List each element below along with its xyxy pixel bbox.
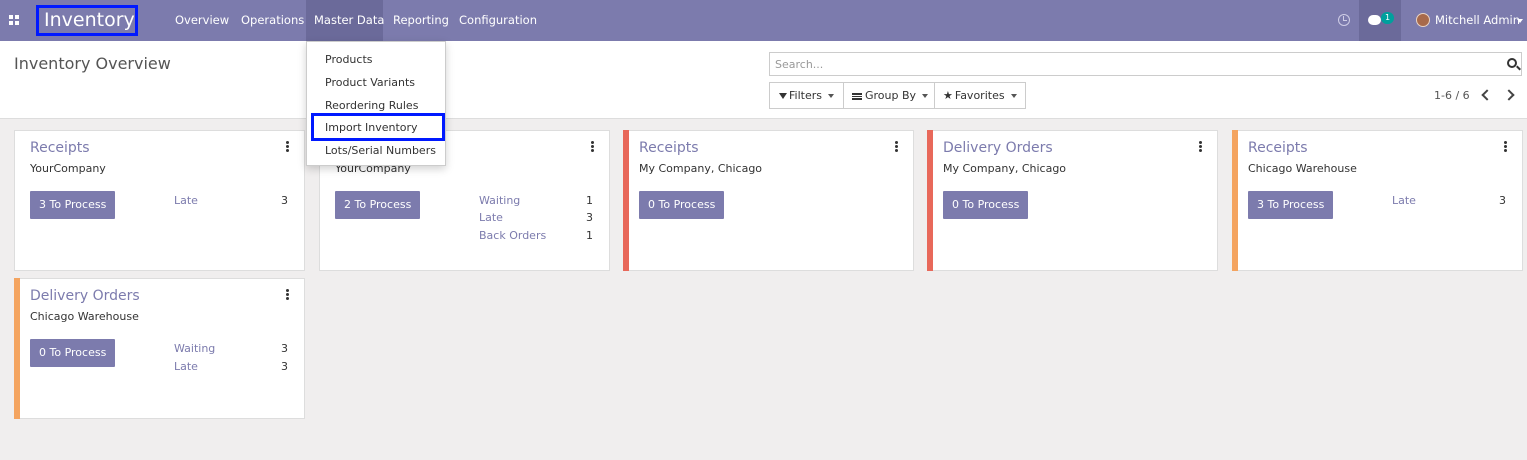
menu-item-products[interactable]: Products	[325, 53, 373, 66]
favorites-label: Favorites	[954, 89, 1005, 102]
search-bar[interactable]	[769, 52, 1522, 76]
card-title[interactable]: Receipts	[30, 140, 90, 156]
card-warehouse: Chicago Warehouse	[30, 310, 139, 323]
stat-value-waiting: 3	[281, 342, 288, 355]
filters-button[interactable]: Filters	[769, 82, 844, 109]
to-process-button[interactable]: 0 To Process	[30, 339, 116, 367]
card-color-bar	[1232, 130, 1238, 271]
to-process-button[interactable]: 0 To Process	[639, 191, 725, 219]
filters-caret-icon	[827, 94, 834, 98]
card-kebab-menu-icon[interactable]	[895, 141, 898, 152]
app-brand[interactable]: Inventory	[36, 5, 138, 36]
chat-icon	[1368, 15, 1381, 25]
card-kebab-menu-icon[interactable]	[286, 289, 289, 300]
card-kebab-menu-icon[interactable]	[1504, 141, 1507, 152]
menu-master-data[interactable]: Master Data	[306, 0, 384, 41]
menu-item-import-inventory[interactable]: Import Inventory	[325, 121, 418, 134]
menu-overview[interactable]: Overview	[175, 0, 229, 41]
picking-type-card[interactable]: Receipts YourCompany 3 To Process Late 3	[14, 130, 305, 271]
star-icon: ★	[943, 89, 953, 102]
picking-type-card[interactable]: Receipts My Company, Chicago 0 To Proces…	[623, 130, 914, 271]
picking-type-card[interactable]: Delivery Orders Chicago Warehouse 0 To P…	[14, 278, 305, 419]
card-warehouse: Chicago Warehouse	[1248, 162, 1357, 175]
card-title[interactable]: Delivery Orders	[943, 140, 1053, 156]
to-process-button[interactable]: 0 To Process	[943, 191, 1029, 219]
chat-count-badge: 1	[1381, 12, 1394, 24]
activity-clock-icon[interactable]	[1338, 14, 1350, 26]
stat-label-late[interactable]: Late	[479, 211, 503, 224]
user-avatar[interactable]	[1416, 13, 1430, 27]
menu-operations[interactable]: Operations	[241, 0, 304, 41]
stat-label-waiting[interactable]: Waiting	[174, 342, 215, 355]
card-kebab-menu-icon[interactable]	[1199, 141, 1202, 152]
page-title: Inventory Overview	[14, 54, 171, 73]
group-by-caret-icon	[922, 94, 929, 98]
menu-item-reordering-rules[interactable]: Reordering Rules	[325, 99, 418, 112]
menu-configuration[interactable]: Configuration	[459, 0, 537, 41]
favorites-caret-icon	[1010, 94, 1017, 98]
group-by-label: Group By	[865, 89, 917, 102]
card-kebab-menu-icon[interactable]	[591, 141, 594, 152]
stat-label-late[interactable]: Late	[174, 194, 198, 207]
card-title[interactable]: Receipts	[639, 140, 699, 156]
filter-funnel-icon	[779, 93, 787, 99]
top-navbar: Inventory Overview Operations Master Dat…	[0, 0, 1527, 41]
user-caret-icon[interactable]	[1517, 19, 1523, 23]
control-panel: Inventory Overview Filters Group By ★Fav…	[0, 41, 1527, 119]
pager-previous-icon[interactable]	[1481, 89, 1493, 101]
master-data-dropdown: Products Product Variants Reordering Rul…	[306, 41, 446, 166]
search-icon[interactable]	[1507, 58, 1517, 68]
filters-label: Filters	[789, 89, 822, 102]
stat-label-back-orders[interactable]: Back Orders	[479, 229, 546, 242]
card-color-bar	[14, 278, 20, 419]
search-input[interactable]	[770, 53, 1490, 75]
stat-value-waiting: 1	[586, 194, 593, 207]
card-warehouse: My Company, Chicago	[943, 162, 1067, 175]
card-title[interactable]: Receipts	[1248, 140, 1308, 156]
stat-value-late: 3	[1499, 194, 1506, 207]
card-title[interactable]: Delivery Orders	[30, 288, 140, 304]
menu-reporting[interactable]: Reporting	[393, 0, 449, 41]
card-color-bar	[623, 130, 629, 271]
stat-value-late: 3	[281, 360, 288, 373]
menu-item-product-variants[interactable]: Product Variants	[325, 76, 415, 89]
to-process-button[interactable]: 3 To Process	[1248, 191, 1334, 219]
group-by-list-icon	[852, 92, 862, 100]
apps-grid-icon[interactable]	[9, 15, 20, 26]
to-process-button[interactable]: 3 To Process	[30, 191, 116, 219]
card-warehouse: YourCompany	[30, 162, 106, 175]
stat-value-back-orders: 1	[586, 229, 593, 242]
picking-type-card[interactable]: Delivery Orders My Company, Chicago 0 To…	[927, 130, 1218, 271]
stat-value-late: 3	[281, 194, 288, 207]
menu-item-lots-serial-numbers[interactable]: Lots/Serial Numbers	[325, 144, 436, 157]
favorites-button[interactable]: ★ Favorites	[934, 82, 1026, 109]
picking-type-card[interactable]: Receipts Chicago Warehouse 3 To Process …	[1232, 130, 1523, 271]
group-by-button[interactable]: Group By	[843, 82, 935, 109]
stat-label-late[interactable]: Late	[174, 360, 198, 373]
to-process-button[interactable]: 2 To Process	[335, 191, 421, 219]
stat-value-late: 3	[586, 211, 593, 224]
card-color-bar	[927, 130, 933, 271]
messaging-menu[interactable]: 1	[1359, 0, 1401, 41]
stat-label-waiting[interactable]: Waiting	[479, 194, 520, 207]
pager-value[interactable]: 1-6 / 6	[1434, 89, 1470, 102]
card-kebab-menu-icon[interactable]	[286, 141, 289, 152]
stat-label-late[interactable]: Late	[1392, 194, 1416, 207]
pager-next-icon[interactable]	[1503, 89, 1515, 101]
card-warehouse: My Company, Chicago	[639, 162, 763, 175]
user-menu[interactable]: Mitchell Admin	[1435, 0, 1520, 41]
